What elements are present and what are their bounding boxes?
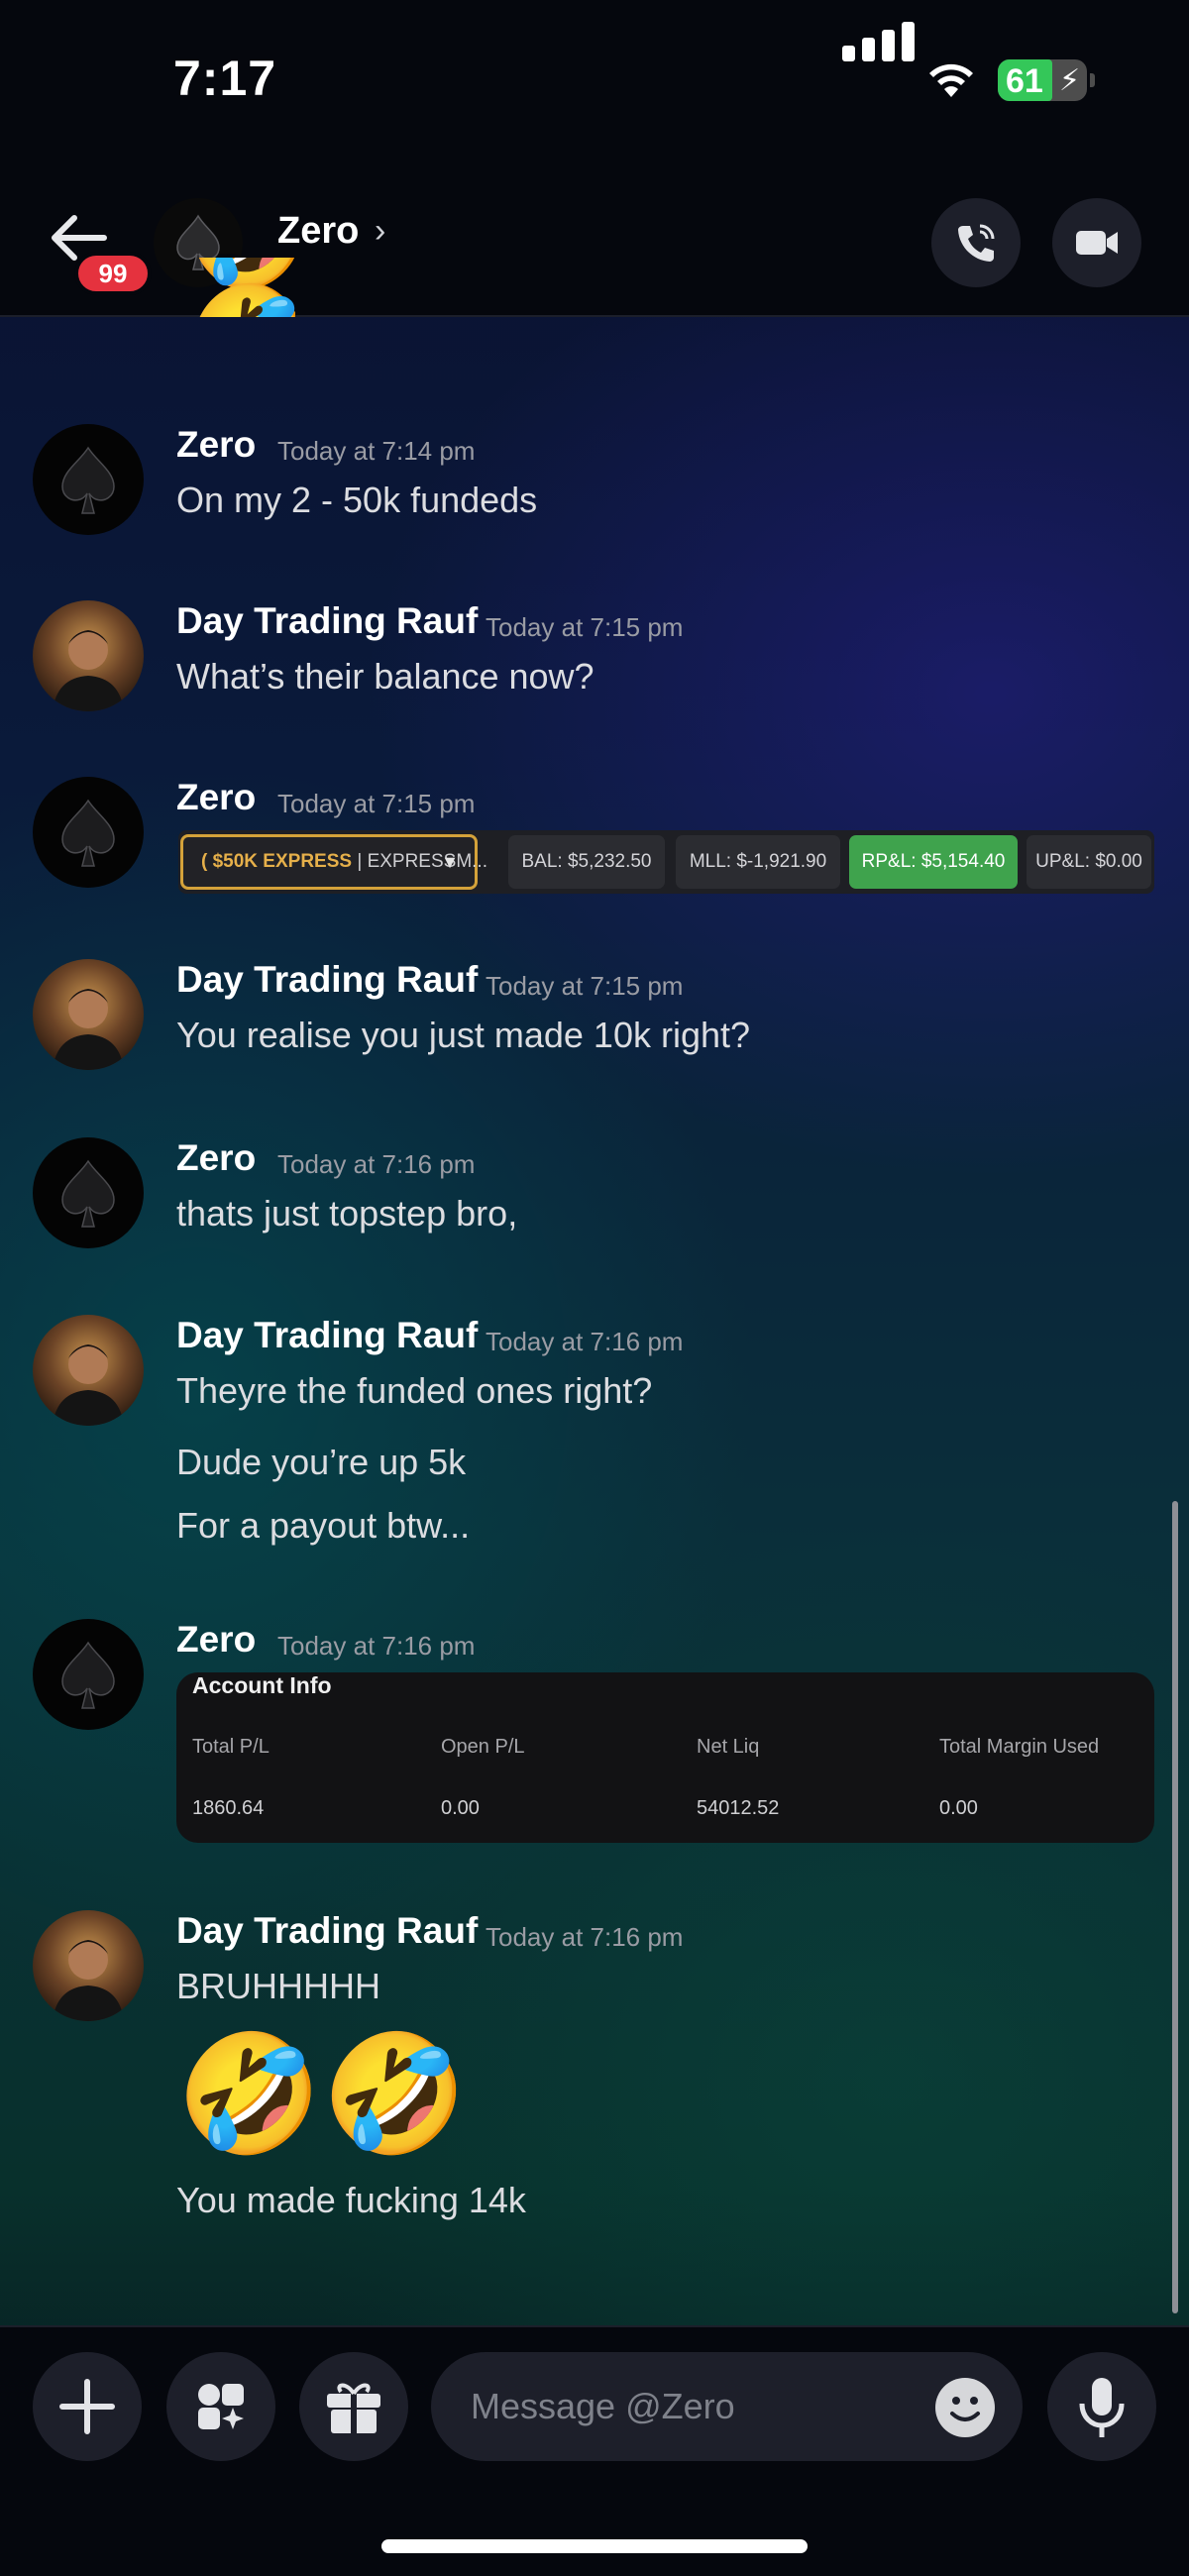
message-text: thats just topstep bro, [176, 1193, 518, 1234]
cell-value: 0.00 [441, 1797, 480, 1819]
author-name[interactable]: Day Trading Rauf [176, 959, 478, 1001]
voice-message-button[interactable] [1047, 2352, 1156, 2461]
cell-value: 0.00 [939, 1797, 978, 1819]
timestamp: Today at 7:16 pm [486, 1922, 684, 1952]
gift-button[interactable] [299, 2352, 408, 2461]
video-icon [1076, 231, 1118, 255]
account-info-title: Account Info [192, 1672, 332, 1698]
unread-badge: 99 [74, 252, 152, 295]
spade-icon [61, 1159, 115, 1228]
account-selector: ( $50K EXPRESS | EXPRESSM... ▼ [180, 834, 487, 890]
timestamp: Today at 7:16 pm [277, 1149, 476, 1179]
battery-icon: 61 ⚡ [998, 59, 1095, 101]
message-text: BRUHHHHH [176, 1966, 380, 2006]
balance-pill: BAL: $5,232.50 [508, 835, 665, 889]
chat-header: 99 Zero › [0, 168, 1189, 317]
charging-bolt-icon: ⚡ [1059, 64, 1081, 97]
avatar[interactable] [33, 600, 144, 711]
cell-value: 54012.52 [697, 1797, 780, 1819]
microphone-icon [1079, 2378, 1125, 2437]
timestamp: Today at 7:16 pm [486, 1327, 684, 1356]
timestamp: Today at 7:15 pm [486, 612, 684, 642]
author-name[interactable]: Zero [176, 1619, 256, 1661]
spade-icon [61, 1641, 115, 1709]
status-time: 7:17 [173, 51, 277, 106]
emoji-icon[interactable] [935, 2378, 995, 2437]
avatar[interactable] [33, 777, 144, 888]
timestamp: Today at 7:14 pm [277, 436, 476, 466]
emoji-message: 🤣🤣 [176, 2029, 468, 2160]
clipped-emoji: 🤣🤣 [186, 258, 295, 317]
profile-photo [53, 630, 124, 711]
trading-stats-image[interactable]: ( $50K EXPRESS | EXPRESSM... ▼ BAL: $5,2… [178, 830, 1154, 894]
spade-icon [61, 446, 115, 514]
profile-photo [53, 1344, 124, 1426]
scrollbar[interactable] [1172, 1501, 1178, 2313]
author-name[interactable]: Day Trading Rauf [176, 1315, 478, 1356]
avatar[interactable] [33, 424, 144, 535]
gift-icon [327, 2383, 380, 2433]
avatar[interactable] [33, 1315, 144, 1426]
message-text: Theyre the funded ones right? [176, 1370, 653, 1411]
avatar[interactable] [33, 959, 144, 1070]
profile-photo [53, 1940, 124, 2021]
message-input[interactable]: Message @Zero [431, 2352, 1023, 2461]
timestamp: Today at 7:16 pm [277, 1631, 476, 1661]
avatar[interactable] [33, 1137, 144, 1248]
author-name[interactable]: Day Trading Rauf [176, 1910, 478, 1952]
plus-icon [59, 2379, 115, 2434]
dropdown-arrow-icon: ▼ [441, 852, 459, 872]
battery-level: 61 [1006, 62, 1043, 100]
avatar[interactable] [33, 1910, 144, 2021]
chevron-right-icon[interactable]: › [375, 212, 385, 251]
message-text: What’s their balance now? [176, 656, 594, 697]
author-name[interactable]: Day Trading Rauf [176, 600, 478, 642]
realized-pl-pill: RP&L: $5,154.40 [849, 835, 1018, 889]
status-bar: 7:17 61 ⚡ [0, 0, 1189, 168]
apps-button[interactable] [166, 2352, 275, 2461]
message-text: Dude you’re up 5k [176, 1442, 467, 1482]
avatar[interactable] [33, 1619, 144, 1730]
video-call-button[interactable] [1052, 198, 1141, 287]
phone-icon [958, 224, 995, 262]
message-text: You realise you just made 10k right? [176, 1015, 751, 1055]
author-name[interactable]: Zero [176, 777, 256, 818]
column-header: Net Liq [697, 1736, 760, 1758]
profile-photo [53, 989, 124, 1070]
spade-icon [61, 799, 115, 867]
add-attachment-button[interactable] [33, 2352, 142, 2461]
account-info-image[interactable]: Account Info Total P/L Open P/L Net Liq … [176, 1672, 1154, 1843]
mll-pill: MLL: $-1,921.90 [676, 835, 840, 889]
message-text: For a payout btw... [176, 1505, 471, 1546]
column-header: Total Margin Used [939, 1736, 1100, 1758]
apps-icon [198, 2384, 244, 2429]
message-text: You made fucking 14k [176, 2180, 526, 2220]
cell-value: 1860.64 [192, 1797, 265, 1819]
author-name[interactable]: Zero [176, 424, 256, 466]
author-name[interactable]: Zero [176, 1137, 256, 1179]
column-header: Open P/L [441, 1736, 525, 1758]
voice-call-button[interactable] [931, 198, 1021, 287]
timestamp: Today at 7:15 pm [486, 971, 684, 1001]
home-indicator [381, 2539, 808, 2553]
message-text: On my 2 - 50k fundeds [176, 480, 538, 520]
message-placeholder: Message @Zero [471, 2386, 735, 2426]
unrealized-pl-pill: UP&L: $0.00 [1027, 835, 1151, 889]
timestamp: Today at 7:15 pm [277, 789, 476, 818]
column-header: Total P/L [192, 1736, 270, 1758]
contact-name[interactable]: Zero [277, 210, 359, 253]
wifi-icon [929, 63, 973, 97]
